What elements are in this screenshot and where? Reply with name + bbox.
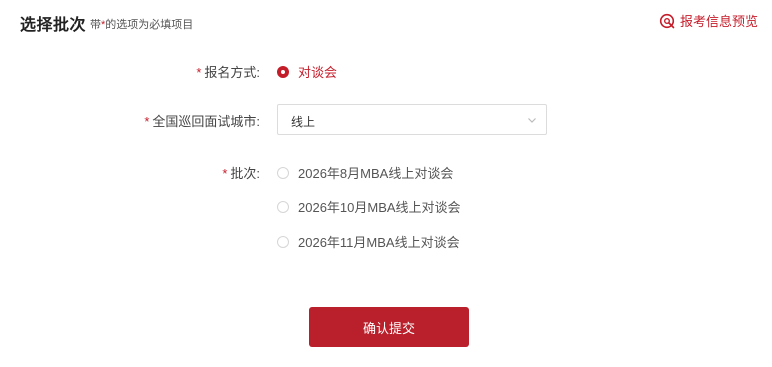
city-label: * 全国巡回面试城市: [144,111,260,130]
mode-option-label: 对谈会 [298,65,338,80]
hint-text-before: 带 [90,19,101,31]
batch-option-label: 2026年11月MBA线上对谈会 [298,235,460,250]
city-select-value: 线上 [291,115,316,129]
batch-label-text: 批次: [230,166,260,181]
page-title: 选择批次 [20,17,87,34]
mode-label: * 报名方式: [196,62,260,81]
hint-text-after: 的选项为必填项目 [105,19,194,31]
preview-icon [659,13,675,28]
batch-radio-nov[interactable]: 2026年11月MBA线上对谈会 [277,232,460,251]
preview-info-link[interactable]: 报考信息预览 [659,11,758,30]
required-hint: 带*的选项为必填项目 [90,16,193,32]
city-label-text: 全国巡回面试城市: [152,114,260,129]
required-star: * [222,166,228,181]
batch-label: * 批次: [222,163,260,182]
mode-radio-dialogue[interactable]: 对谈会 [277,62,337,81]
radio-unchecked-icon [277,166,289,179]
preview-label: 报考信息预览 [679,14,758,29]
batch-option-label: 2026年10月MBA线上对谈会 [298,200,461,215]
batch-option-label: 2026年8月MBA线上对谈会 [298,166,454,181]
batch-radio-oct[interactable]: 2026年10月MBA线上对谈会 [277,197,461,216]
required-star: * [196,65,202,80]
radio-unchecked-icon [277,235,289,248]
batch-radio-aug[interactable]: 2026年8月MBA线上对谈会 [277,163,453,182]
chevron-down-icon [528,118,536,123]
submit-button[interactable]: 确认提交 [309,307,469,347]
radio-checked-icon [277,65,289,78]
mode-label-text: 报名方式: [204,65,260,80]
required-star: * [144,114,150,129]
city-select[interactable]: 线上 [277,104,547,135]
radio-unchecked-icon [277,200,289,213]
